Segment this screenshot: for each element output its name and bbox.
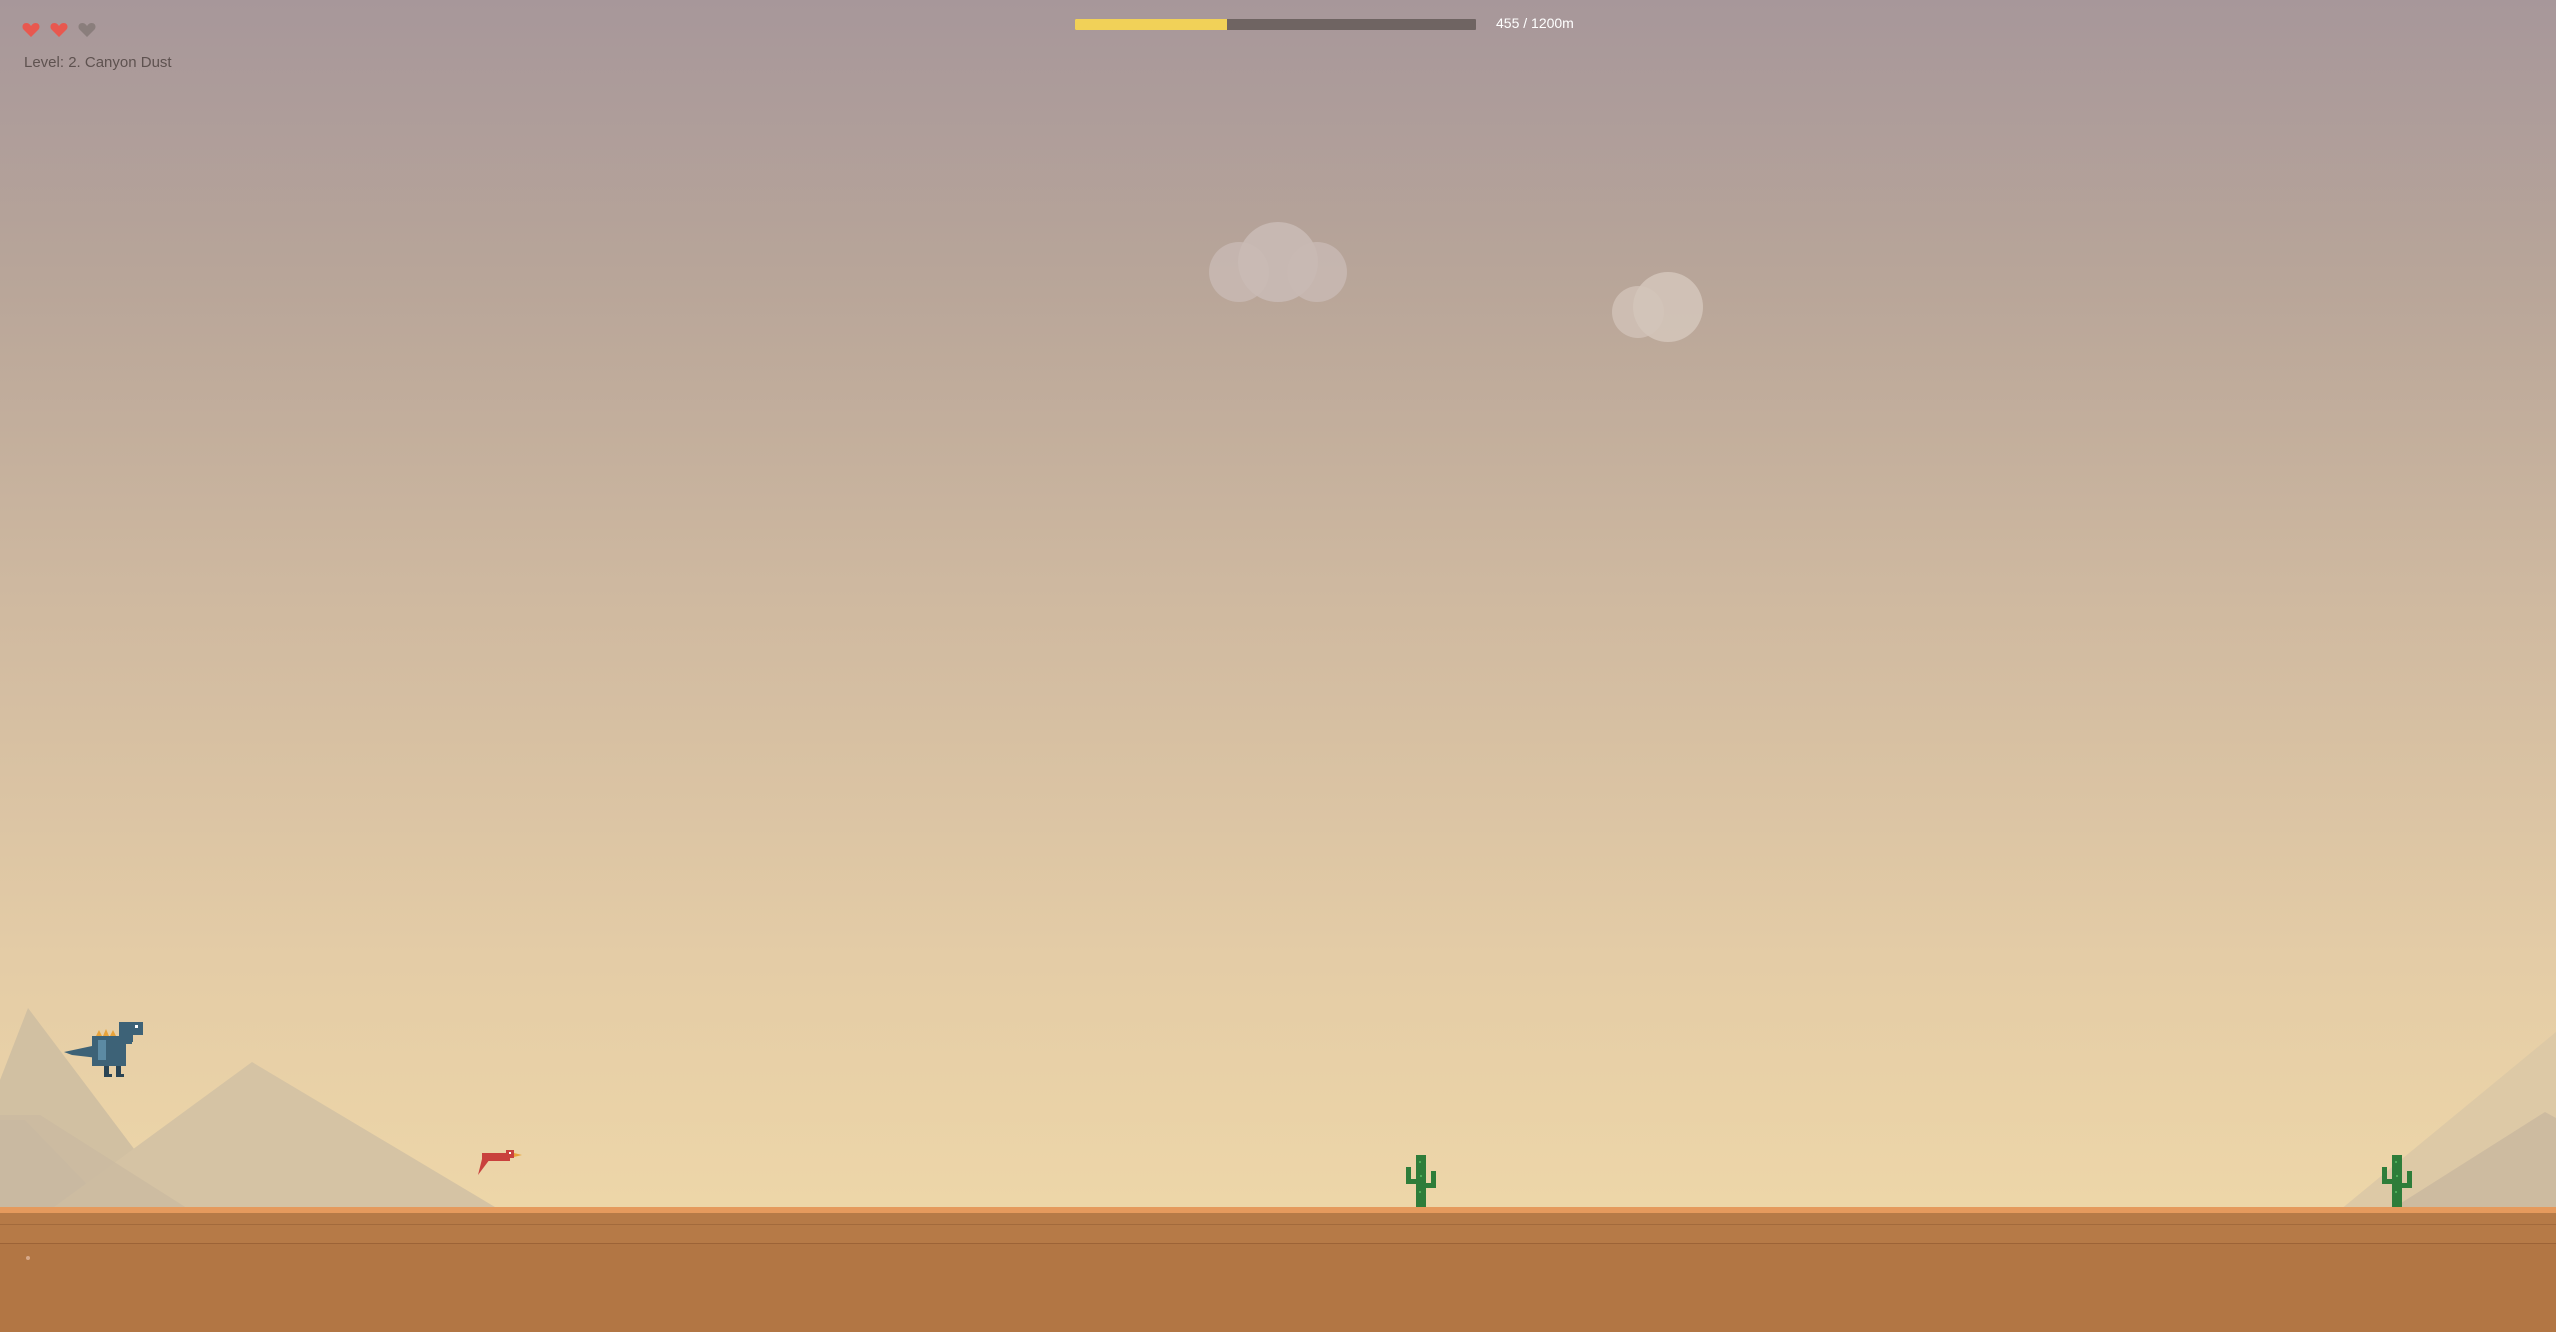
dinosaur-icon	[64, 1022, 143, 1077]
cactus-icon	[1406, 1155, 1436, 1209]
pebble	[26, 1256, 30, 1260]
cloud-large	[1209, 222, 1347, 302]
lives-indicator	[22, 22, 96, 38]
distance-progress-fill	[1075, 19, 1228, 30]
heart-icon	[22, 22, 40, 38]
level-label: Level: 2. Canyon Dust	[24, 54, 172, 71]
bird-icon	[478, 1150, 522, 1175]
distance-progress-bar	[1075, 19, 1476, 30]
ground-band	[0, 1213, 2556, 1244]
heart-icon	[50, 22, 68, 38]
cloud-small	[1612, 272, 1703, 342]
ground-line	[0, 1224, 2556, 1225]
ground	[0, 1207, 2556, 1332]
cactus-icon	[2382, 1155, 2412, 1209]
game-canvas[interactable]: Level: 2. Canyon Dust 455 / 1200m	[0, 0, 2556, 1332]
distance-progress-label: 455 / 1200m	[1496, 15, 1574, 31]
heart-icon	[78, 22, 96, 38]
mountain-range	[0, 1008, 2556, 1210]
